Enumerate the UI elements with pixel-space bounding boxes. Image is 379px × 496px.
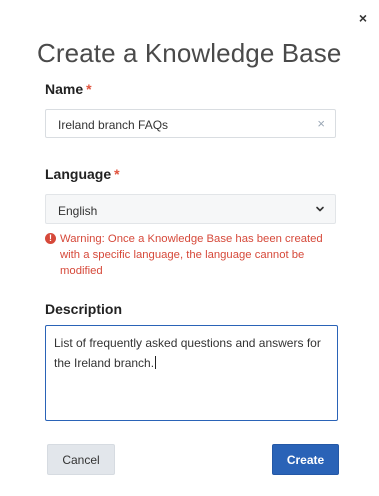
warning-text: Warning: Once a Knowledge Base has been …: [60, 233, 323, 277]
language-label: Language: [45, 166, 112, 182]
name-required-mark: *: [86, 81, 92, 97]
language-selected-value: English: [58, 204, 98, 218]
clear-name-icon[interactable]: ×: [317, 116, 325, 131]
chevron-down-icon: [316, 206, 324, 212]
language-warning: ! Warning: Once a Knowledge Base has bee…: [45, 231, 340, 279]
create-button[interactable]: Create: [272, 444, 339, 475]
dialog-title: Create a Knowledge Base: [37, 38, 342, 68]
language-required-mark: *: [114, 166, 120, 182]
text-caret: [155, 356, 157, 369]
cancel-button[interactable]: Cancel: [47, 444, 115, 475]
description-textarea[interactable]: List of frequently asked questions and a…: [45, 325, 338, 421]
alert-icon: !: [45, 233, 56, 244]
language-label-row: Language *: [45, 166, 120, 182]
name-input-value: Ireland branch FAQs: [58, 118, 169, 132]
name-input[interactable]: Ireland branch FAQs ×: [45, 109, 336, 138]
description-label: Description: [45, 301, 123, 317]
name-label-row: Name *: [45, 81, 92, 97]
create-knowledge-base-dialog: × Create a Knowledge Base Name * Ireland …: [0, 0, 379, 496]
description-value: List of frequently asked questions and a…: [54, 336, 321, 370]
language-select[interactable]: English: [45, 194, 336, 224]
close-icon[interactable]: ×: [355, 10, 371, 26]
name-label: Name: [45, 81, 84, 97]
